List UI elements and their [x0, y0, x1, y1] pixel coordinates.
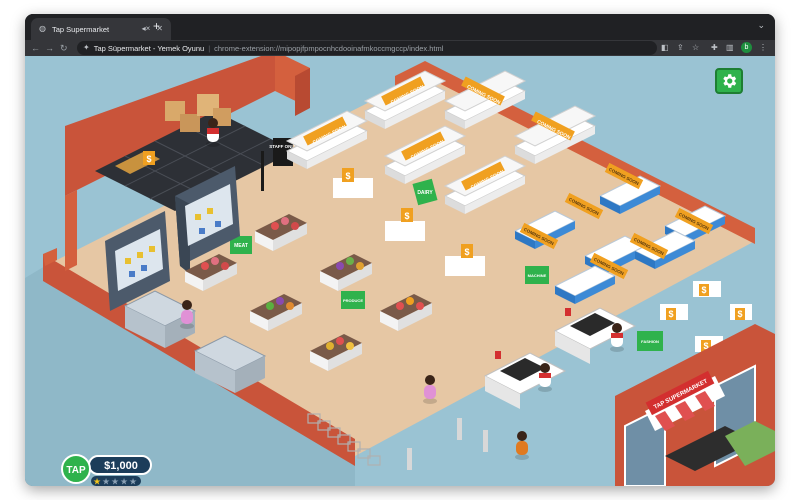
- fashion-sign: FASHION: [641, 339, 659, 344]
- produce-sign: PRODUCE: [343, 298, 363, 303]
- machine-sign: MACHINE: [528, 273, 547, 278]
- tab-tap-supermarket[interactable]: ◍ Tap Supermarket ◂× ✕: [31, 18, 171, 40]
- svg-text:$: $: [345, 171, 350, 181]
- back-icon[interactable]: ←: [31, 42, 40, 54]
- star-empty-icon: ★: [129, 477, 137, 487]
- forward-icon[interactable]: →: [45, 42, 54, 54]
- reload-icon[interactable]: ↻: [60, 42, 68, 54]
- chrome-menu-icon[interactable]: ⋮: [759, 42, 767, 54]
- money-hud: $1,000 TAP ★ ★ ★ ★ ★: [61, 454, 152, 487]
- toolbar: ← → ↻ ✦ Tap Süpermarket - Yemek Oyunu | …: [25, 40, 775, 56]
- browser-window: ◍ Tap Supermarket ◂× ✕ + ⌄ ← → ↻ ✦ Tap S…: [25, 14, 775, 486]
- svg-text:$: $: [701, 285, 706, 295]
- rating-stars: ★ ★ ★ ★ ★: [93, 477, 137, 487]
- mute-icon[interactable]: ◂×: [142, 25, 151, 33]
- tab-search-icon[interactable]: ⌄: [757, 20, 765, 31]
- gear-icon: [723, 74, 737, 88]
- site-name: Tap Süpermarket - Yemek Oyunu: [93, 43, 205, 53]
- stock-worker: [206, 118, 220, 147]
- share-icon[interactable]: ⇪: [677, 42, 684, 54]
- svg-text:$: $: [146, 154, 151, 164]
- globe-icon: ◍: [39, 24, 46, 33]
- store-scene[interactable]: STAFF ONLY COMING SOON COMING SOON COMIN…: [25, 56, 775, 486]
- address-separator: |: [208, 43, 211, 53]
- game-viewport[interactable]: STAFF ONLY COMING SOON COMING SOON COMIN…: [25, 56, 775, 486]
- security-gates: [407, 418, 488, 470]
- svg-text:$: $: [464, 247, 469, 257]
- star-empty-icon: ★: [120, 477, 128, 487]
- tab-title: Tap Supermarket: [51, 24, 110, 34]
- side-panel-icon[interactable]: ▥: [726, 42, 734, 54]
- extension-puzzle-icon: ✦: [83, 43, 90, 52]
- tab-bar: ◍ Tap Supermarket ◂× ✕ + ⌄: [25, 14, 775, 40]
- money-value: $1,000: [104, 460, 138, 472]
- star-empty-icon: ★: [111, 477, 119, 487]
- star-filled-icon: ★: [93, 477, 101, 487]
- star-empty-icon: ★: [102, 477, 110, 487]
- profile-avatar[interactable]: b: [741, 42, 752, 53]
- svg-text:$: $: [404, 211, 409, 221]
- svg-text:$: $: [668, 309, 673, 319]
- dairy-sign: DAIRY: [417, 190, 433, 196]
- svg-text:$: $: [737, 309, 742, 319]
- meat-sign: MEAT: [234, 243, 248, 249]
- camera-blocked-icon[interactable]: ◧: [661, 42, 669, 54]
- extensions-icon[interactable]: ✚: [711, 42, 718, 54]
- bookmark-star-icon[interactable]: ☆: [692, 42, 699, 54]
- url-text: chrome-extension://mipopjfpmpocnhcdooina…: [214, 43, 444, 53]
- settings-button[interactable]: [715, 68, 743, 94]
- new-tab-button[interactable]: +: [153, 20, 160, 32]
- tap-logo-text: TAP: [66, 465, 86, 476]
- address-bar[interactable]: ✦ Tap Süpermarket - Yemek Oyunu | chrome…: [77, 41, 657, 55]
